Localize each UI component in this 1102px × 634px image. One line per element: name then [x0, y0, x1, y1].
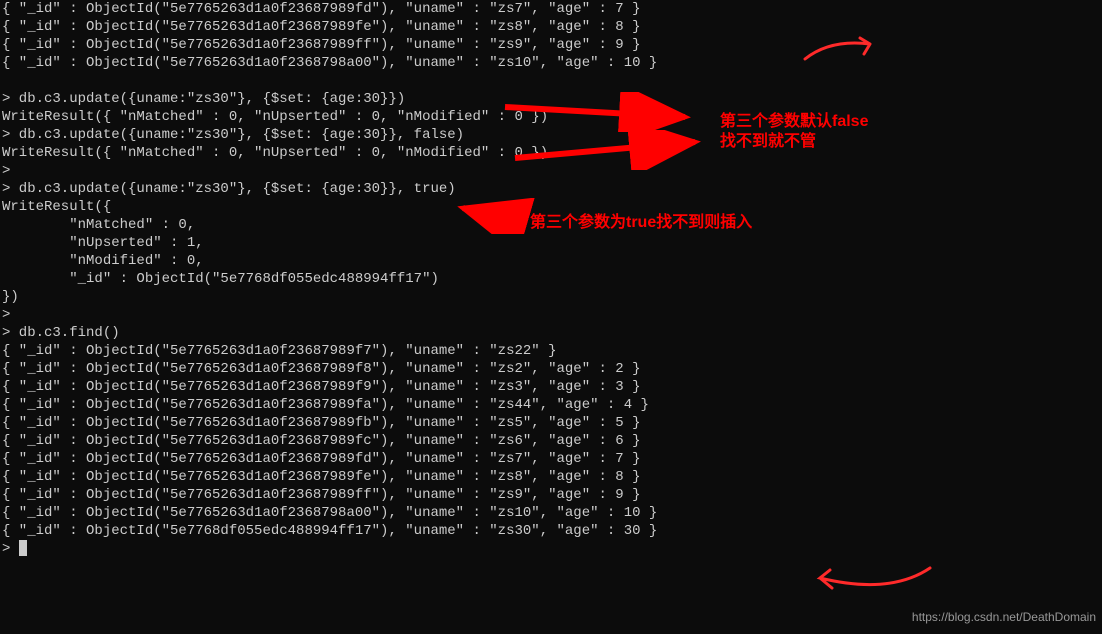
terminal-line: { "_id" : ObjectId("5e7765263d1a0f236879…	[2, 342, 1100, 360]
freehand-arrow-icon	[800, 560, 940, 600]
terminal-line: { "_id" : ObjectId("5e7765263d1a0f236879…	[2, 450, 1100, 468]
terminal-line: { "_id" : ObjectId("5e7765263d1a0f236879…	[2, 468, 1100, 486]
terminal-line: { "_id" : ObjectId("5e7765263d1a0f236879…	[2, 504, 1100, 522]
terminal-output: { "_id" : ObjectId("5e7765263d1a0f236879…	[0, 0, 1102, 558]
terminal-line: > db.c3.update({uname:"zs30"}, {$set: {a…	[2, 180, 1100, 198]
terminal-line: { "_id" : ObjectId("5e7765263d1a0f236879…	[2, 432, 1100, 450]
terminal-line: "nMatched" : 0,	[2, 216, 1100, 234]
terminal-line: > db.c3.find()	[2, 324, 1100, 342]
terminal-line: "_id" : ObjectId("5e7768df055edc488994ff…	[2, 270, 1100, 288]
terminal-line: >	[2, 540, 1100, 558]
terminal-line: WriteResult({ "nMatched" : 0, "nUpserted…	[2, 144, 1100, 162]
terminal-line: "nModified" : 0,	[2, 252, 1100, 270]
terminal-line: { "_id" : ObjectId("5e7765263d1a0f236879…	[2, 18, 1100, 36]
terminal-line: >	[2, 162, 1100, 180]
terminal-line: { "_id" : ObjectId("5e7765263d1a0f236879…	[2, 486, 1100, 504]
terminal-line: WriteResult({	[2, 198, 1100, 216]
terminal-line: })	[2, 288, 1100, 306]
terminal-line: > db.c3.update({uname:"zs30"}, {$set: {a…	[2, 90, 1100, 108]
cursor	[19, 540, 27, 556]
terminal-line: { "_id" : ObjectId("5e7765263d1a0f236879…	[2, 36, 1100, 54]
terminal-line: > db.c3.update({uname:"zs30"}, {$set: {a…	[2, 126, 1100, 144]
watermark-text: https://blog.csdn.net/DeathDomain	[912, 608, 1096, 626]
terminal-line: WriteResult({ "nMatched" : 0, "nUpserted…	[2, 108, 1100, 126]
terminal-line: { "_id" : ObjectId("5e7765263d1a0f236879…	[2, 0, 1100, 18]
terminal-line: "nUpserted" : 1,	[2, 234, 1100, 252]
terminal-line	[2, 72, 1100, 90]
terminal-line: { "_id" : ObjectId("5e7765263d1a0f236879…	[2, 360, 1100, 378]
terminal-line: { "_id" : ObjectId("5e7765263d1a0f236879…	[2, 378, 1100, 396]
terminal-line: { "_id" : ObjectId("5e7765263d1a0f236879…	[2, 54, 1100, 72]
terminal-line: { "_id" : ObjectId("5e7768df055edc488994…	[2, 522, 1100, 540]
terminal-line: >	[2, 306, 1100, 324]
terminal-line: { "_id" : ObjectId("5e7765263d1a0f236879…	[2, 396, 1100, 414]
terminal-line: { "_id" : ObjectId("5e7765263d1a0f236879…	[2, 414, 1100, 432]
